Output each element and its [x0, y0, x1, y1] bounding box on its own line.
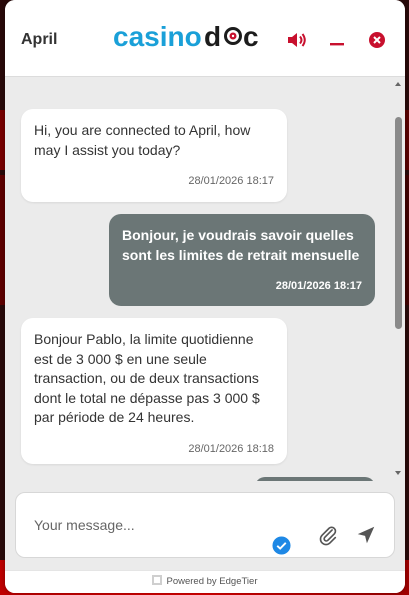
sound-icon[interactable] — [285, 28, 309, 52]
minimize-icon[interactable] — [325, 28, 349, 52]
composer — [15, 492, 395, 558]
message-timestamp: 28/01/2026 18:17 — [188, 175, 274, 187]
edgetier-logo-icon — [152, 575, 163, 585]
paperclip-icon[interactable] — [317, 524, 339, 546]
scroll-down-arrow[interactable] — [393, 468, 403, 478]
message-timestamp: 28/01/2026 18:17 — [275, 280, 362, 292]
chat-header: April casino d c — [5, 0, 405, 77]
message-text: Bonjour Pablo, la limite quotidienne est… — [34, 331, 260, 425]
composer-area — [5, 482, 405, 570]
chat-widget: April casino d c Hi, you are connected t… — [5, 0, 405, 593]
message-text: Bonjour, je voudrais savoir quelles sont… — [122, 227, 360, 263]
message-text: Hi, you are connected to April, how may … — [34, 122, 251, 158]
scrollbar-thumb[interactable] — [395, 117, 402, 329]
logo-text-d: d — [204, 21, 221, 52]
check-icon — [272, 536, 291, 555]
agent-name: April — [21, 31, 58, 48]
close-icon[interactable] — [365, 28, 389, 52]
message-timestamp: 28/01/2026 18:18 — [188, 442, 274, 455]
casinodoc-logo: casino d c — [113, 21, 259, 52]
logo-text-casino: casino — [113, 21, 202, 52]
message-input[interactable] — [32, 513, 266, 537]
logo-text-c: c — [243, 21, 259, 52]
agent-message: Hi, you are connected to April, how may … — [21, 109, 287, 202]
agent-message: Bonjour Pablo, la limite quotidienne est… — [21, 318, 287, 464]
send-icon[interactable] — [355, 524, 377, 546]
footer: Powered by EdgeTier — [5, 570, 405, 593]
powered-by-text: Powered by EdgeTier — [166, 576, 258, 587]
message-list[interactable]: Hi, you are connected to April, how may … — [5, 77, 405, 481]
user-message — [255, 477, 375, 481]
user-message: Bonjour, je voudrais savoir quelles sont… — [109, 214, 375, 306]
roulette-wheel-icon — [224, 27, 242, 45]
